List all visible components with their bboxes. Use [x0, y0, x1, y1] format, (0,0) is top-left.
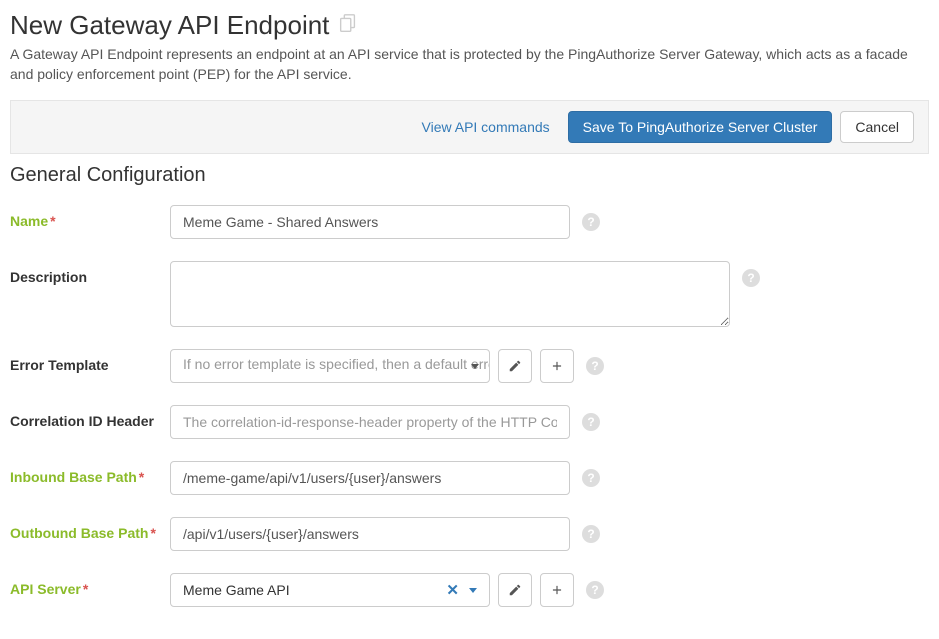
outbound-row: Outbound Base Path* ? [10, 517, 929, 551]
description-row: Description ? [10, 261, 929, 327]
help-icon[interactable]: ? [582, 213, 600, 231]
correlation-row: Correlation ID Header ? [10, 405, 929, 439]
outbound-label: Outbound Base Path* [10, 517, 170, 541]
help-icon[interactable]: ? [582, 469, 600, 487]
api-server-value: Meme Game API [183, 582, 446, 598]
api-server-row: API Server* Meme Game API ✕ ? [10, 573, 929, 607]
outbound-input[interactable] [170, 517, 570, 551]
clear-icon[interactable]: ✕ [446, 581, 459, 599]
section-title: General Configuration [10, 164, 929, 187]
add-button[interactable] [540, 573, 574, 607]
inbound-input[interactable] [170, 461, 570, 495]
action-bar: View API commands Save To PingAuthorize … [10, 100, 929, 154]
name-row: Name* ? [10, 205, 929, 239]
edit-button[interactable] [498, 349, 532, 383]
correlation-input[interactable] [170, 405, 570, 439]
api-server-label: API Server* [10, 573, 170, 597]
cancel-button[interactable]: Cancel [840, 111, 914, 143]
chevron-down-icon [469, 588, 477, 593]
required-star: * [139, 469, 144, 485]
correlation-label: Correlation ID Header [10, 405, 170, 429]
help-icon[interactable]: ? [586, 357, 604, 375]
required-star: * [150, 525, 155, 541]
api-server-select[interactable]: Meme Game API ✕ [170, 573, 490, 607]
required-star: * [83, 581, 88, 597]
name-input[interactable] [170, 205, 570, 239]
page-title-text: New Gateway API Endpoint [10, 10, 329, 41]
description-label: Description [10, 261, 170, 285]
help-icon[interactable]: ? [586, 581, 604, 599]
edit-button[interactable] [498, 573, 532, 607]
required-star: * [50, 213, 55, 229]
add-button[interactable] [540, 349, 574, 383]
name-label: Name* [10, 205, 170, 229]
error-template-select[interactable]: If no error template is specified, then … [170, 349, 490, 383]
help-icon[interactable]: ? [742, 269, 760, 287]
help-icon[interactable]: ? [582, 413, 600, 431]
save-button[interactable]: Save To PingAuthorize Server Cluster [568, 111, 833, 143]
inbound-label: Inbound Base Path* [10, 461, 170, 485]
copy-icon[interactable] [337, 12, 359, 40]
description-textarea[interactable] [170, 261, 730, 327]
page-description: A Gateway API Endpoint represents an end… [10, 45, 929, 84]
inbound-row: Inbound Base Path* ? [10, 461, 929, 495]
view-api-commands-link[interactable]: View API commands [412, 113, 560, 141]
page-title: New Gateway API Endpoint [10, 10, 929, 41]
error-template-label: Error Template [10, 349, 170, 373]
error-template-row: Error Template If no error template is s… [10, 349, 929, 383]
help-icon[interactable]: ? [582, 525, 600, 543]
